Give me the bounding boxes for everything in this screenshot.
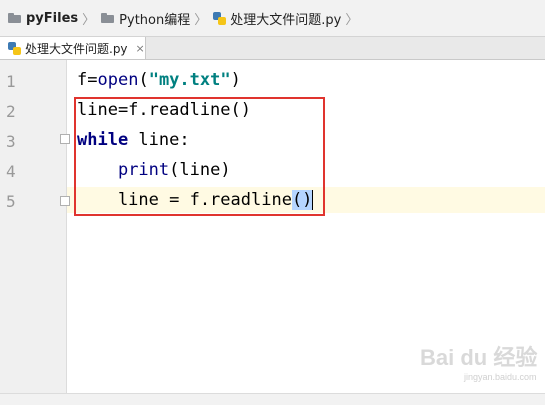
- line-number: 5: [6, 192, 16, 211]
- breadcrumb-label: Python编程: [119, 12, 191, 28]
- folder-icon: [101, 13, 115, 23]
- chevron-right-icon: 〉: [194, 12, 208, 28]
- line-number: 1: [6, 72, 16, 91]
- code-token: (: [138, 70, 149, 90]
- line-number: 3: [6, 132, 16, 151]
- code-token: =: [87, 70, 98, 90]
- status-bar: [0, 393, 545, 405]
- watermark-url: jingyan.baidu.com: [464, 372, 537, 382]
- breadcrumb-item-python[interactable]: Python编程: [101, 0, 190, 36]
- line-number: 4: [6, 162, 16, 181]
- code-token: ): [230, 70, 241, 90]
- fold-marker-icon[interactable]: [60, 134, 70, 144]
- code-token: f: [77, 70, 88, 90]
- breadcrumb-item-pyfiles[interactable]: pyFiles: [0, 0, 78, 36]
- chevron-right-icon: 〉: [82, 12, 96, 28]
- tab-file[interactable]: 处理大文件问题.py ×: [0, 37, 146, 59]
- line-number: 2: [6, 102, 16, 121]
- breadcrumb: pyFiles 〉 Python编程 〉 处理大文件问题.py 〉: [0, 0, 545, 37]
- fold-marker-icon[interactable]: [60, 196, 70, 206]
- breadcrumb-label: 处理大文件问题.py: [230, 12, 342, 28]
- close-icon[interactable]: ×: [136, 42, 145, 55]
- breadcrumb-item-file[interactable]: 处理大文件问题.py: [213, 0, 341, 36]
- python-file-icon: [8, 41, 21, 55]
- tab-label: 处理大文件问题.py: [25, 41, 128, 56]
- annotation-highlight-box: [74, 97, 325, 216]
- editor-tab-bar: 处理大文件问题.py ×: [0, 37, 545, 60]
- breadcrumb-label: pyFiles: [26, 10, 79, 26]
- line-number-gutter: 1 2 3 4 5: [0, 60, 70, 404]
- watermark: Bai du 经验: [420, 345, 538, 370]
- folder-icon: [8, 13, 21, 23]
- python-file-icon: [213, 11, 227, 25]
- code-token: "my.txt": [148, 70, 231, 90]
- code-token: open: [97, 70, 139, 90]
- chevron-right-icon: 〉: [345, 12, 359, 28]
- code-line-1[interactable]: f=open("my.txt"): [77, 67, 241, 93]
